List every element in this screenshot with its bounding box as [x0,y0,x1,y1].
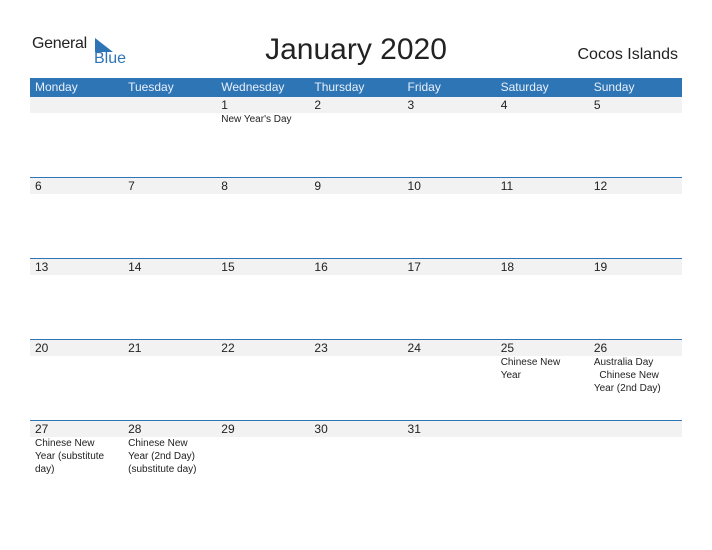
day-number: 21 [128,341,142,355]
day-cell: 26 Australia Day Chinese New Year (2nd Da… [589,340,682,418]
day-cell: 27 Chinese New Year (substitute day) [30,421,123,499]
day-number: 26 [593,341,608,355]
day-number: 13 [35,260,49,274]
day-cell: 11 [496,178,589,256]
day-cell: 3 [403,97,496,175]
holiday-label: Australia Day Chinese New Year (2nd Day) [593,357,661,394]
day-cell: 1 New Year's Day [216,97,309,175]
holiday-label: Chinese New Year (2nd Day) (substitute d… [128,438,198,475]
day-number: 8 [221,179,228,193]
holiday-label: Chinese New Year [500,357,563,381]
day-number: 17 [407,260,421,274]
day-number: 18 [500,260,515,274]
day-cell: 2 [309,97,402,175]
day-cell [496,421,589,499]
weekday-wednesday: Wednesday [221,80,285,94]
day-number: 6 [35,179,42,193]
day-number: 19 [593,260,608,274]
day-cell: 28 Chinese New Year (2nd Day) (substitute… [123,421,216,499]
day-number: 4 [500,98,508,112]
day-number: 3 [407,98,415,112]
day-number: 30 [314,422,328,436]
weekday-thursday: Thursday [314,80,365,94]
day-cell: 8 [216,178,309,256]
country-label: Cocos Islands [577,46,679,63]
day-cell: 13 [30,259,123,337]
day-cell: 18 [496,259,589,337]
day-cell: 31 [403,421,496,499]
day-cell: 14 [123,259,216,337]
day-cell: 19 [589,259,682,337]
day-cell: 4 [496,97,589,175]
day-number: 2 [314,98,322,112]
weekday-monday: Monday [35,80,78,94]
day-cell: 5 [589,97,682,175]
week-row: 27 Chinese New Year (substitute day) 28 Chi… [30,420,682,500]
day-number: 12 [593,179,608,193]
day-cell [589,421,682,499]
holiday-label: Chinese New Year (substitute day) [35,438,107,475]
day-number: 24 [407,341,421,355]
day-cell: 17 [403,259,496,337]
day-number: 1 [221,98,228,112]
day-number [35,97,123,113]
day-cell: 29 [216,421,309,499]
day-number: 7 [128,179,135,193]
day-number: 22 [221,341,235,355]
day-cell: 10 [403,178,496,256]
day-cell: 30 [309,421,402,499]
day-number: 16 [314,260,328,274]
day-cell: 12 [589,178,682,256]
day-number: 10 [407,179,421,193]
day-cell: 21 [123,340,216,418]
day-number: 23 [314,341,328,355]
day-cell: 20 [30,340,123,418]
day-cell: 7 [123,178,216,256]
day-cell [123,97,216,175]
day-number: 31 [407,422,421,436]
day-number: 29 [221,422,235,436]
day-number: 15 [221,260,235,274]
day-cell: 9 [309,178,402,256]
weekday-friday: Friday [407,80,441,94]
weekday-sunday: Sunday [593,80,635,94]
day-cell: 23 [309,340,402,418]
day-number: 28 [128,422,142,436]
day-number: 14 [128,260,142,274]
day-number: 5 [593,98,601,112]
week-row: 20 21 22 23 24 25 Chinese New Year 26 Australia … [30,339,682,419]
week-row: 13 14 15 16 17 18 19 [30,258,682,338]
week-row: 1 New Year's Day 2 3 4 5 [30,96,682,176]
day-number: 9 [314,179,322,193]
day-number: 27 [35,422,49,436]
day-number [128,97,216,113]
day-cell: 22 [216,340,309,418]
day-cell: 15 [216,259,309,337]
day-cell: 6 [30,178,123,256]
day-number: 25 [500,341,515,355]
holiday-label: New Year's Day [221,114,292,125]
day-number: 11 [500,179,514,193]
day-number: 20 [35,341,49,355]
day-cell: 16 [309,259,402,337]
day-number [501,421,589,437]
weekday-saturday: Saturday [500,80,549,94]
week-row: 6 7 8 9 10 11 12 [30,177,682,257]
day-cell [30,97,123,175]
weekday-tuesday: Tuesday [128,80,174,94]
day-cell: 25 Chinese New Year [496,340,589,418]
day-cell: 24 [403,340,496,418]
day-number [594,421,682,437]
weekday-header: Monday Tuesday Wednesday Thursday Friday… [30,78,682,96]
